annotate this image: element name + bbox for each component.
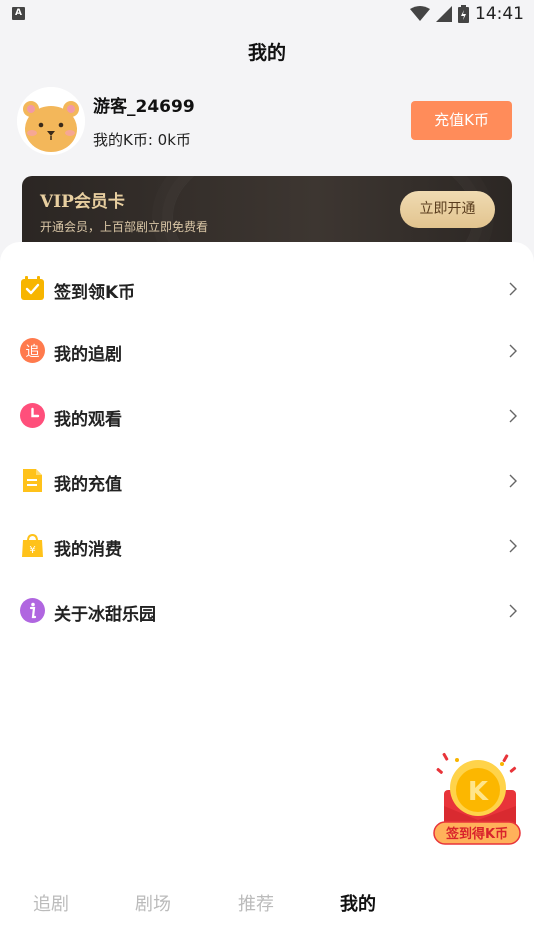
tab-theater[interactable]: 剧场 <box>135 890 171 916</box>
avatar[interactable] <box>17 87 85 155</box>
my-page-screen: A 14:41 我的 游客_24699 我的K币: 0k币 充值K币 VIP会员… <box>0 0 534 950</box>
signal-icon <box>436 6 452 22</box>
vip-title: VIP会员卡 <box>40 192 125 212</box>
chevron-right-icon <box>509 474 517 488</box>
bottom-nav: 追剧 剧场 推荐 我的 <box>0 880 534 925</box>
menu-item-following[interactable]: 追 我的追剧 <box>0 324 534 380</box>
shopping-bag-icon: ¥ <box>22 533 43 557</box>
chevron-right-icon <box>509 539 517 553</box>
svg-text:¥: ¥ <box>29 545 35 556</box>
username: 游客_24699 <box>93 97 195 117</box>
floating-signin-button[interactable]: K 签到得K币 <box>432 750 524 848</box>
notification-icon: A <box>12 7 25 20</box>
menu-item-label: 签到领K币 <box>54 283 136 303</box>
calendar-check-icon <box>21 276 44 300</box>
recharge-coins-button[interactable]: 充值K币 <box>411 101 512 140</box>
menu-item-label: 关于冰甜乐园 <box>54 605 156 625</box>
follow-badge-icon: 追 <box>20 338 45 363</box>
chevron-right-icon <box>509 604 517 618</box>
menu-item-label: 我的观看 <box>54 410 122 430</box>
menu-item-spending[interactable]: ¥ 我的消费 <box>0 519 534 575</box>
info-icon <box>20 598 45 623</box>
menu-item-label: 我的消费 <box>54 540 122 560</box>
menu-item-checkin[interactable]: 签到领K币 <box>0 262 534 318</box>
menu-item-watch-history[interactable]: 我的观看 <box>0 389 534 445</box>
document-icon <box>23 469 42 492</box>
wifi-icon <box>410 6 430 21</box>
tab-following[interactable]: 追剧 <box>33 890 69 916</box>
page-title: 我的 <box>247 42 286 64</box>
menu-item-about[interactable]: 关于冰甜乐园 <box>0 584 534 640</box>
svg-text:K: K <box>468 777 489 807</box>
coin-balance: 我的K币: 0k币 <box>93 131 191 149</box>
clock-icon <box>20 403 45 428</box>
menu-item-recharge-history[interactable]: 我的充值 <box>0 454 534 510</box>
vip-card[interactable]: VIP会员卡 开通会员，上百部剧立即免费看 立即开通 <box>22 176 512 251</box>
menu-item-label: 我的充值 <box>54 475 122 495</box>
tab-mine[interactable]: 我的 <box>340 890 376 916</box>
menu-item-label: 我的追剧 <box>54 345 122 365</box>
vip-subtitle: 开通会员，上百部剧立即免费看 <box>40 220 209 234</box>
svg-text:签到得K币: 签到得K币 <box>445 826 508 842</box>
battery-icon <box>458 5 469 23</box>
bear-avatar-icon <box>17 87 85 155</box>
chevron-right-icon <box>509 344 517 358</box>
coin-envelope-icon: K 签到得K币 <box>433 752 521 845</box>
status-icons: 14:41 <box>410 4 524 24</box>
vip-open-button[interactable]: 立即开通 <box>400 191 495 228</box>
tab-recommend[interactable]: 推荐 <box>238 890 274 916</box>
chevron-right-icon <box>509 282 517 296</box>
svg-text:追: 追 <box>26 344 40 360</box>
status-bar: A 14:41 <box>0 0 534 28</box>
chevron-right-icon <box>509 409 517 423</box>
status-time: 14:41 <box>475 4 524 24</box>
